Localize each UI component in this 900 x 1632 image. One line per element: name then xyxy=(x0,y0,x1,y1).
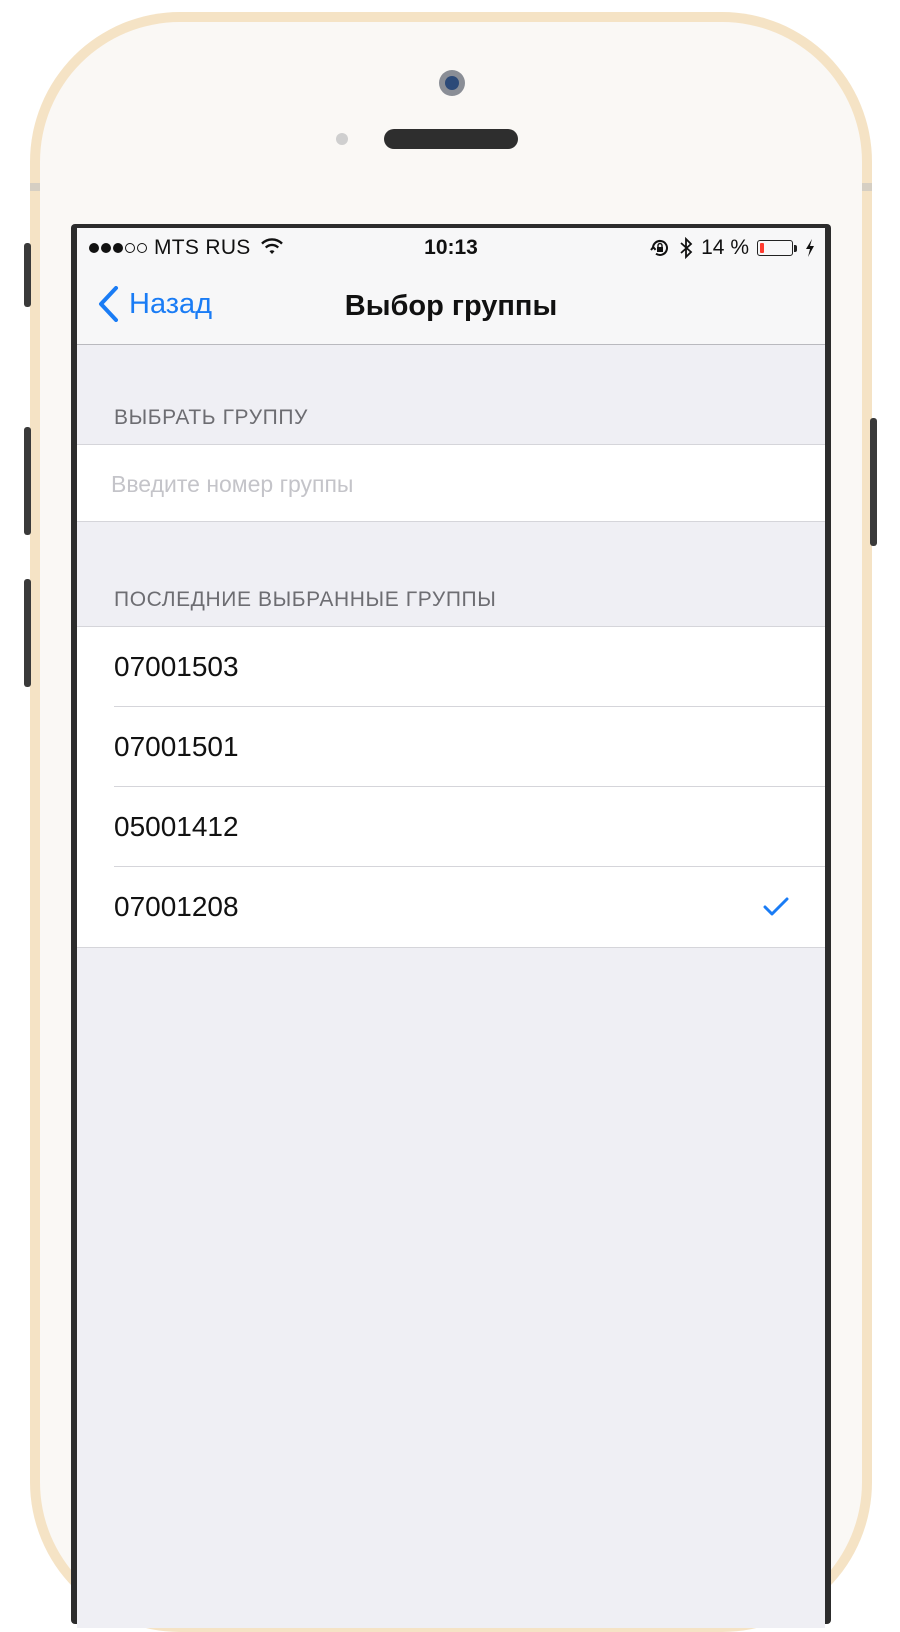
group-row[interactable]: 07001501 xyxy=(77,707,825,787)
group-row[interactable]: 05001412 xyxy=(77,787,825,867)
section-header-select: ВЫБРАТЬ ГРУППУ xyxy=(114,406,308,429)
screen-bezel: MTS RUS 10:13 14 % Назад Выбор группы ВЫ… xyxy=(71,224,831,1628)
group-number-label: 07001501 xyxy=(114,731,239,762)
navigation-bar: Назад Выбор группы xyxy=(77,268,825,345)
group-number-label: 07001208 xyxy=(114,891,239,922)
front-camera xyxy=(439,70,465,96)
display: MTS RUS 10:13 14 % Назад Выбор группы ВЫ… xyxy=(77,228,825,1628)
section-header-recent: ПОСЛЕДНИЕ ВЫБРАННЫЕ ГРУППЫ xyxy=(114,588,497,611)
orientation-lock-icon xyxy=(650,239,669,256)
volume-down-button xyxy=(24,579,31,687)
charging-bolt-icon xyxy=(806,239,814,257)
volume-up-button xyxy=(24,427,31,535)
earpiece-speaker xyxy=(384,129,518,149)
group-number-label: 07001503 xyxy=(114,651,239,682)
mute-switch xyxy=(24,243,31,307)
group-number-label: 05001412 xyxy=(114,811,239,842)
recent-groups-list: 07001503 07001501 05001412 07001208 xyxy=(77,626,825,948)
antenna-band-left xyxy=(30,183,40,191)
battery-percent: 14 % xyxy=(701,236,749,259)
page-title: Выбор группы xyxy=(344,290,558,322)
group-row[interactable]: 07001503 xyxy=(77,627,825,707)
battery-icon xyxy=(757,240,797,256)
group-input-cell xyxy=(77,444,825,522)
status-bar: MTS RUS 10:13 14 % xyxy=(77,228,825,268)
group-number-input[interactable] xyxy=(109,463,793,505)
antenna-band-right xyxy=(862,183,872,191)
bluetooth-icon xyxy=(680,237,693,259)
group-row[interactable]: 07001208 xyxy=(77,867,825,947)
proximity-sensor xyxy=(336,133,348,145)
power-button xyxy=(870,418,877,546)
checkmark-icon xyxy=(763,897,789,916)
